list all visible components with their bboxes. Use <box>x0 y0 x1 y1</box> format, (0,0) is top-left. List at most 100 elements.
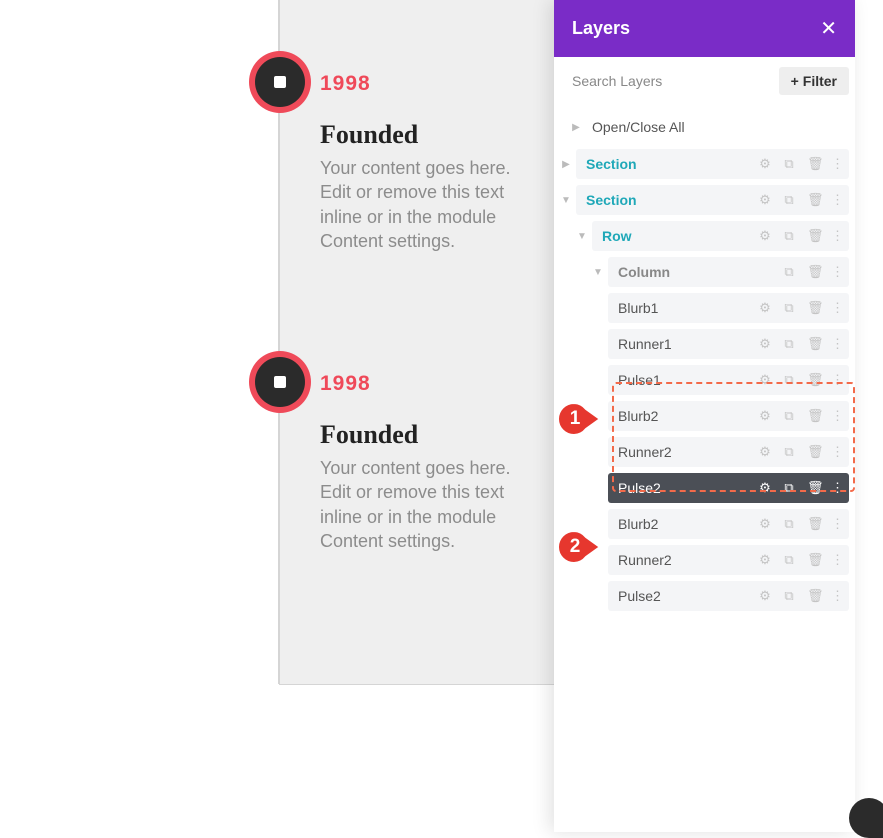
more-icon[interactable]: ⋮ <box>831 444 843 460</box>
timeline-marker[interactable] <box>249 351 311 413</box>
timeline-year: 1998 <box>320 372 542 396</box>
duplicate-icon[interactable]: ⧉ <box>783 588 795 604</box>
trash-icon[interactable]: 🗑 <box>807 192 819 208</box>
layer-label: Blurb2 <box>618 516 759 532</box>
more-icon[interactable]: ⋮ <box>831 408 843 424</box>
trash-icon[interactable]: 🗑 <box>807 444 819 460</box>
gear-icon[interactable]: ⚙ <box>759 336 771 352</box>
layer-section[interactable]: ▶Section⚙⧉🗑⋮ <box>560 149 849 179</box>
more-icon[interactable]: ⋮ <box>831 300 843 316</box>
layer-label: Runner1 <box>618 336 759 352</box>
layer-column[interactable]: ▼ Column⧉ 🗑 ⋮ <box>592 257 849 287</box>
duplicate-icon[interactable]: ⧉ <box>783 156 795 172</box>
gear-icon[interactable]: ⚙ <box>759 516 771 532</box>
more-icon[interactable]: ⋮ <box>831 228 843 244</box>
duplicate-icon[interactable]: ⧉ <box>783 192 795 208</box>
close-icon[interactable]: ✕ <box>820 16 837 41</box>
filter-button[interactable]: +Filter <box>779 67 849 95</box>
gear-icon[interactable]: ⚙ <box>759 228 771 244</box>
layer-label: Pulse1 <box>618 372 759 388</box>
trash-icon[interactable]: 🗑 <box>807 336 819 352</box>
chevron-right-icon: ▶ <box>570 122 582 133</box>
layer-label: Pulse2 <box>618 588 759 604</box>
callout-marker: 1 <box>556 401 600 437</box>
more-icon[interactable]: ⋮ <box>831 552 843 568</box>
duplicate-icon[interactable]: ⧉ <box>783 480 795 496</box>
duplicate-icon[interactable]: ⧉ <box>783 300 795 316</box>
timeline-body[interactable]: Your content goes here. Edit or remove t… <box>320 456 542 553</box>
layer-label: Row <box>602 228 759 244</box>
more-icon[interactable]: ⋮ <box>831 336 843 352</box>
layer-label: Section <box>586 192 759 208</box>
stop-icon <box>274 76 286 88</box>
layer-label: Runner2 <box>618 552 759 568</box>
trash-icon[interactable]: 🗑 <box>807 588 819 604</box>
chevron-down-icon: ▼ <box>576 231 588 242</box>
layer-label: Runner2 <box>618 444 759 460</box>
layer-module[interactable]: Runner1⚙ ⧉ 🗑 ⋮ <box>608 329 849 359</box>
more-icon[interactable]: ⋮ <box>831 588 843 604</box>
gear-icon[interactable]: ⚙ <box>759 372 771 388</box>
timeline-entry: 1998 Founded Your content goes here. Edi… <box>320 372 542 553</box>
timeline-heading[interactable]: Founded <box>320 420 542 450</box>
timeline-marker[interactable] <box>249 51 311 113</box>
more-icon[interactable]: ⋮ <box>831 516 843 532</box>
chevron-down-icon: ▼ <box>592 267 604 278</box>
search-row: +Filter <box>554 57 855 105</box>
open-close-all[interactable]: ▶Open/Close All <box>560 119 849 135</box>
duplicate-icon[interactable]: ⧉ <box>783 408 795 424</box>
timeline-body[interactable]: Your content goes here. Edit or remove t… <box>320 156 542 253</box>
timeline-year: 1998 <box>320 72 542 96</box>
trash-icon[interactable]: 🗑 <box>807 480 819 496</box>
gear-icon[interactable]: ⚙ <box>759 300 771 316</box>
layer-label: Pulse2 <box>618 480 759 496</box>
stop-icon <box>274 376 286 388</box>
trash-icon[interactable]: 🗑 <box>807 552 819 568</box>
layer-row[interactable]: ▼ Row⚙ ⧉ 🗑 ⋮ <box>576 221 849 251</box>
layer-label: Column <box>618 264 783 280</box>
gear-icon[interactable]: ⚙ <box>759 156 771 172</box>
duplicate-icon[interactable]: ⧉ <box>783 264 795 280</box>
trash-icon[interactable]: 🗑 <box>807 228 819 244</box>
more-icon[interactable]: ⋮ <box>831 480 843 496</box>
layer-module[interactable]: Blurb2⚙ ⧉ 🗑 ⋮ <box>608 401 849 431</box>
gear-icon[interactable]: ⚙ <box>759 480 771 496</box>
more-icon[interactable]: ⋮ <box>831 372 843 388</box>
layer-module[interactable]: Runner2⚙ ⧉ 🗑 ⋮ <box>608 545 849 575</box>
gear-icon[interactable]: ⚙ <box>759 588 771 604</box>
more-icon[interactable]: ⋮ <box>831 156 843 172</box>
timeline-heading[interactable]: Founded <box>320 120 542 150</box>
duplicate-icon[interactable]: ⧉ <box>783 516 795 532</box>
trash-icon[interactable]: 🗑 <box>807 264 819 280</box>
duplicate-icon[interactable]: ⧉ <box>783 228 795 244</box>
more-icon[interactable]: ⋮ <box>831 264 843 280</box>
layer-module[interactable]: Runner2⚙ ⧉ 🗑 ⋮ <box>608 437 849 467</box>
duplicate-icon[interactable]: ⧉ <box>783 336 795 352</box>
layer-label: Blurb2 <box>618 408 759 424</box>
layer-module[interactable]: Pulse1⚙ ⧉ 🗑 ⋮ <box>608 365 849 395</box>
trash-icon[interactable]: 🗑 <box>807 156 819 172</box>
trash-icon[interactable]: 🗑 <box>807 300 819 316</box>
gear-icon[interactable]: ⚙ <box>759 408 771 424</box>
duplicate-icon[interactable]: ⧉ <box>783 552 795 568</box>
layers-panel: Layers ✕ +Filter ▶Open/Close All ▶ Sectio… <box>554 0 855 832</box>
duplicate-icon[interactable]: ⧉ <box>783 372 795 388</box>
panel-title: Layers <box>572 18 630 39</box>
layer-module[interactable]: Blurb2⚙ ⧉ 🗑 ⋮ <box>608 509 849 539</box>
more-icon[interactable]: ⋮ <box>831 192 843 208</box>
layer-section[interactable]: ▼Section⚙⧉🗑⋮ <box>560 185 849 215</box>
layer-label: Blurb1 <box>618 300 759 316</box>
help-badge[interactable] <box>849 798 883 838</box>
layer-module[interactable]: Blurb1⚙ ⧉ 🗑 ⋮ <box>608 293 849 323</box>
gear-icon[interactable]: ⚙ <box>759 552 771 568</box>
search-input[interactable] <box>572 73 771 89</box>
gear-icon[interactable]: ⚙ <box>759 192 771 208</box>
trash-icon[interactable]: 🗑 <box>807 516 819 532</box>
trash-icon[interactable]: 🗑 <box>807 408 819 424</box>
layer-module[interactable]: Pulse2⚙ ⧉ 🗑 ⋮ <box>608 581 849 611</box>
duplicate-icon[interactable]: ⧉ <box>783 444 795 460</box>
trash-icon[interactable]: 🗑 <box>807 372 819 388</box>
gear-icon[interactable]: ⚙ <box>759 444 771 460</box>
panel-header: Layers ✕ <box>554 0 855 57</box>
layer-module[interactable]: Pulse2⚙ ⧉ 🗑 ⋮ <box>608 473 849 503</box>
